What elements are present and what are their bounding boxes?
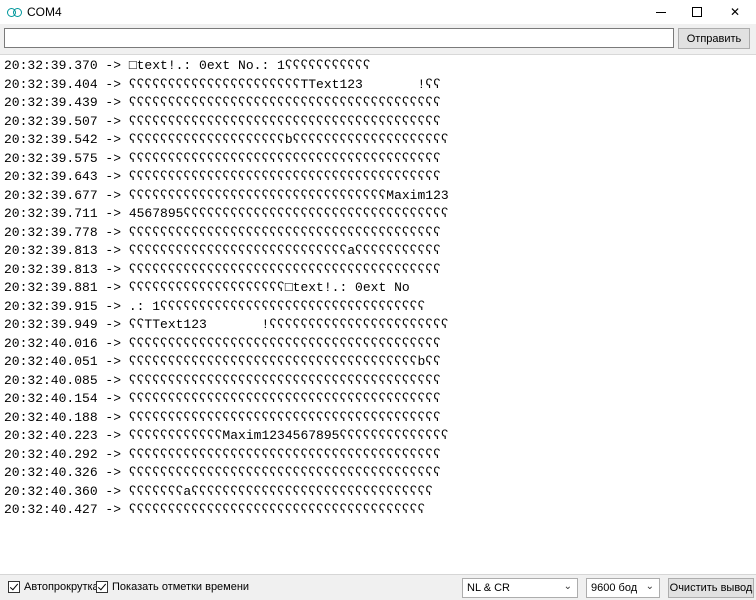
arduino-icon: [7, 7, 22, 17]
output-line: 20:32:39.542 -> ʕʕʕʕʕʕʕʕʕʕʕʕʕʕʕʕʕʕʕʕbʕʕʕ…: [4, 132, 449, 147]
output-line: 20:32:39.915 -> .: 1ʕʕʕʕʕʕʕʕʕʕʕʕʕʕʕʕʕʕʕʕ…: [4, 298, 426, 314]
output-line: 20:32:39.643 -> ʕʕʕʕʕʕʕʕʕʕʕʕʕʕʕʕʕʕʕʕʕʕʕʕ…: [4, 169, 441, 184]
minimize-button[interactable]: [644, 0, 678, 24]
maximize-button[interactable]: [680, 0, 714, 24]
output-line: 20:32:39.370 -> □text!.: 0ext No.: 1ʕʕʕʕ…: [4, 58, 371, 73]
output-line: 20:32:40.360 -> ʕʕʕʕʕʕʕaʕʕʕʕʕʕʕʕʕʕʕʕʕʕʕʕ…: [4, 483, 434, 499]
show-timestamps-label: Показать отметки времени: [112, 581, 250, 593]
chevron-down-icon: ⌄: [563, 581, 572, 592]
close-button[interactable]: ✕: [718, 0, 752, 24]
send-input[interactable]: [4, 28, 674, 48]
line-ending-value: NL & CR: [467, 582, 510, 594]
minimize-icon: [656, 11, 666, 13]
output-line: 20:32:39.507 -> ʕʕʕʕʕʕʕʕʕʕʕʕʕʕʕʕʕʕʕʕʕʕʕʕ…: [4, 113, 441, 129]
close-icon: ✕: [729, 5, 741, 19]
output-line: 20:32:40.427 -> ʕʕʕʕʕʕʕʕʕʕʕʕʕʕʕʕʕʕʕʕʕʕʕʕ…: [4, 502, 426, 517]
output-line: 20:32:39.711 -> 4567895ʕʕʕʕʕʕʕʕʕʕʕʕʕʕʕʕʕ…: [4, 206, 449, 221]
checkmark-icon: [8, 581, 20, 593]
output-line: 20:32:39.813 -> ʕʕʕʕʕʕʕʕʕʕʕʕʕʕʕʕʕʕʕʕʕʕʕʕ…: [4, 261, 441, 277]
output-line: 20:32:39.404 -> ʕʕʕʕʕʕʕʕʕʕʕʕʕʕʕʕʕʕʕʕʕʕTT…: [4, 76, 441, 92]
show-timestamps-checkbox[interactable]: Показать отметки времени: [96, 581, 249, 593]
output-line: 20:32:40.085 -> ʕʕʕʕʕʕʕʕʕʕʕʕʕʕʕʕʕʕʕʕʕʕʕʕ…: [4, 372, 441, 388]
bottom-bar: Автопрокрутка Показать отметки времени N…: [0, 574, 756, 600]
output-line: 20:32:39.949 -> ʕʕTText123 !ʕʕʕʕʕʕʕʕʕʕʕʕ…: [4, 317, 449, 332]
baud-rate-value: 9600 бод: [591, 582, 638, 594]
line-ending-select[interactable]: NL & CR ⌄: [462, 578, 578, 598]
send-button[interactable]: Отправить: [678, 28, 750, 49]
maximize-icon: [692, 7, 702, 17]
send-row: Отправить: [0, 24, 756, 54]
output-line: 20:32:40.016 -> ʕʕʕʕʕʕʕʕʕʕʕʕʕʕʕʕʕʕʕʕʕʕʕʕ…: [4, 335, 441, 351]
output-line: 20:32:39.813 -> ʕʕʕʕʕʕʕʕʕʕʕʕʕʕʕʕʕʕʕʕʕʕʕʕ…: [4, 243, 441, 258]
serial-output[interactable]: 20:32:39.370 -> □text!.: 0ext No.: 1ʕʕʕʕ…: [0, 54, 756, 574]
autoscroll-checkbox[interactable]: Автопрокрутка: [8, 581, 99, 593]
autoscroll-label: Автопрокрутка: [24, 581, 99, 593]
window-title: COM4: [27, 5, 62, 19]
clear-output-button[interactable]: Очистить вывод: [668, 578, 754, 598]
title-bar: COM4 ✕: [0, 0, 756, 24]
chevron-down-icon: ⌄: [645, 581, 654, 592]
checkmark-icon: [96, 581, 108, 593]
output-line: 20:32:40.188 -> ʕʕʕʕʕʕʕʕʕʕʕʕʕʕʕʕʕʕʕʕʕʕʕʕ…: [4, 409, 441, 425]
output-line: 20:32:40.292 -> ʕʕʕʕʕʕʕʕʕʕʕʕʕʕʕʕʕʕʕʕʕʕʕʕ…: [4, 446, 441, 462]
output-line: 20:32:40.326 -> ʕʕʕʕʕʕʕʕʕʕʕʕʕʕʕʕʕʕʕʕʕʕʕʕ…: [4, 465, 441, 480]
output-line: 20:32:39.439 -> ʕʕʕʕʕʕʕʕʕʕʕʕʕʕʕʕʕʕʕʕʕʕʕʕ…: [4, 95, 441, 110]
output-line: 20:32:39.881 -> ʕʕʕʕʕʕʕʕʕʕʕʕʕʕʕʕʕʕʕʕ□tex…: [4, 280, 410, 295]
output-line: 20:32:39.575 -> ʕʕʕʕʕʕʕʕʕʕʕʕʕʕʕʕʕʕʕʕʕʕʕʕ…: [4, 150, 441, 166]
output-line: 20:32:40.051 -> ʕʕʕʕʕʕʕʕʕʕʕʕʕʕʕʕʕʕʕʕʕʕʕʕ…: [4, 354, 441, 369]
output-line: 20:32:40.223 -> ʕʕʕʕʕʕʕʕʕʕʕʕMaxim1234567…: [4, 428, 449, 443]
baud-rate-select[interactable]: 9600 бод ⌄: [586, 578, 660, 598]
output-line: 20:32:40.154 -> ʕʕʕʕʕʕʕʕʕʕʕʕʕʕʕʕʕʕʕʕʕʕʕʕ…: [4, 391, 441, 406]
output-line: 20:32:39.677 -> ʕʕʕʕʕʕʕʕʕʕʕʕʕʕʕʕʕʕʕʕʕʕʕʕ…: [4, 187, 449, 203]
output-line: 20:32:39.778 -> ʕʕʕʕʕʕʕʕʕʕʕʕʕʕʕʕʕʕʕʕʕʕʕʕ…: [4, 224, 441, 240]
